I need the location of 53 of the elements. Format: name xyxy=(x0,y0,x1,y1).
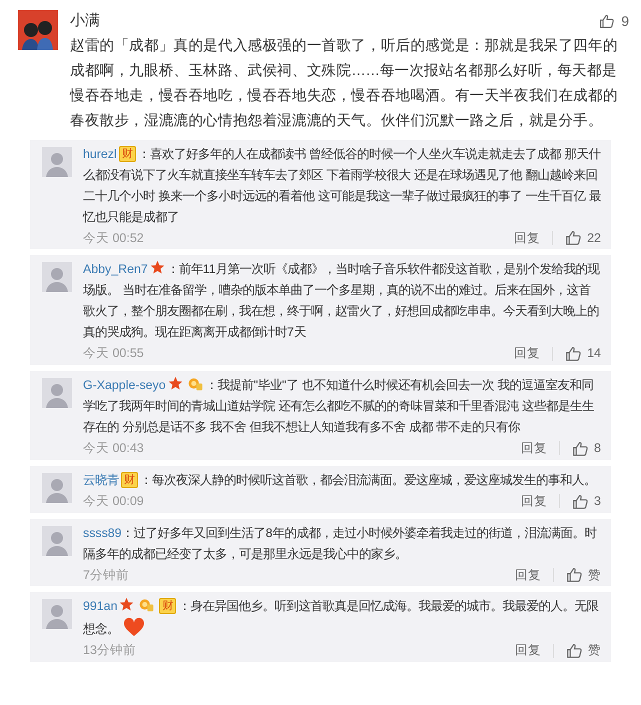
reply-link[interactable]: 回复 xyxy=(514,344,540,363)
star-icon xyxy=(168,376,183,391)
reply-link[interactable]: 回复 xyxy=(515,566,541,584)
user-link[interactable]: Abby_Ren7 xyxy=(83,262,148,276)
wealth-badge: 财 xyxy=(159,598,176,614)
comment-text: Abby_Ren7 ：前年11月第一次听《成都》，当时啥子音乐软件都没这首歌，是别个发给我的现场版。 当时在准备留学，嘈杂的版本单曲了一个多星期，真的说不出的难过。后来在国外，这首歌火了，整个朋友圈都在刷，我在想，终于啊，赵雷火了，好想回成都吃串串。今天看到大晚上的真的哭成狗。现在距离离开成都倒计时7天 xyxy=(83,259,601,342)
reply-link[interactable]: 回复 xyxy=(521,439,548,458)
thumbs-up-icon xyxy=(566,642,583,660)
like-count[interactable]: 9 xyxy=(621,10,629,32)
thumbs-up-icon xyxy=(566,566,583,584)
star-icon xyxy=(119,597,134,612)
wealth-badge: 财 xyxy=(121,472,138,488)
post-author[interactable]: 小满 xyxy=(70,10,600,32)
reply-link[interactable]: 回复 xyxy=(521,492,548,510)
avatar xyxy=(42,526,72,556)
avatar xyxy=(42,599,72,630)
thumbs-up-icon xyxy=(572,492,590,510)
avatar xyxy=(42,378,72,408)
like-count[interactable]: 22 xyxy=(587,228,601,248)
comment-time: 7分钟前 xyxy=(83,566,130,584)
like-count[interactable]: 8 xyxy=(594,439,601,458)
thumbs-up-icon xyxy=(599,13,616,30)
star-icon xyxy=(150,260,165,276)
comment-text: hurezl 财 ：喜欢了好多年的人在成都读书 曾经低谷的时候一个人坐火车说走就走去了成都 那天什么都没有说下了火车就直接坐车转车去了郊区 下着雨学校很大 还是在球场遇见了他 翻山越岭来回二十几个小时 换来一个多小时远远的看着他 这可能是我这一辈子做过最疯狂的事了 一生千百亿 最忆也只能是成都了 xyxy=(83,144,601,226)
post-text: 赵雷的「成都」真的是代入感极强的一首歌了，听后的感觉是：那就是我呆了四年的成都啊，九眼桥、玉林路、武侯祠、文殊院……每一次报站名都那么好听，每天都是慢吞吞地走，慢吞吞地吃，慢吞吞地失恋，慢吞吞地喝酒。有一天半夜我们在成都的春夜散步，湿漉漉的心情抱怨着湿漉漉的天气。伙伴们沉默一路之后，就是分手。 xyxy=(70,36,619,130)
comment-text: ssss89：过了好多年又回到生活了8年的成都，走过小时候外婆牵着我走过的街道，泪流满面。时隔多年的成都已经变了太多，可是那里永远是我心中的家乡。 xyxy=(83,524,598,562)
like-count[interactable]: 14 xyxy=(587,344,601,363)
like-count[interactable]: 赞 xyxy=(588,566,601,584)
comment-text: G-Xapple-seyo ：我提前"毕业"了 也不知道什么时候还有机会回去一次 我的逗逼室友和同学吃了我两年时间的青城山道姑学院 还有怎么都吃不腻的的奇味冒菜和千里香混沌 这些都是生生存在的 分别总是话不多 我不舍 但我不想让人知道我有多不舍 成都 带不走的只有你 xyxy=(83,375,601,438)
user-link[interactable]: 991an xyxy=(83,599,118,614)
like-count[interactable]: 赞 xyxy=(588,641,601,660)
like-count[interactable]: 3 xyxy=(594,492,601,510)
user-link[interactable]: hurezl xyxy=(83,146,117,160)
thumbs-up-icon xyxy=(572,440,590,457)
avatar xyxy=(42,146,72,176)
avatar xyxy=(42,262,72,292)
avatar xyxy=(42,472,72,503)
comment-text: 991an 财 ：身在异国他乡。听到这首歌真是回忆成海。我最爱的城市。我最爱的人。无限想念。 xyxy=(83,596,601,640)
comment-time: 13分钟前 xyxy=(83,642,137,660)
thumbs-up-icon xyxy=(565,229,582,246)
user-link[interactable]: G-Xapple-seyo xyxy=(83,378,166,392)
avatar xyxy=(18,10,58,50)
reply-link[interactable]: 回复 xyxy=(514,228,540,248)
user-link[interactable]: ssss89 xyxy=(83,526,122,540)
comment-time: 今天 00:55 xyxy=(83,345,145,362)
reply-link[interactable]: 回复 xyxy=(515,641,541,660)
thumbs-up-icon xyxy=(565,345,582,362)
comment-time: 今天 00:43 xyxy=(83,440,145,457)
user-link[interactable]: 云晓青 xyxy=(83,472,119,487)
comment-time: 今天 00:52 xyxy=(83,230,145,246)
wealth-badge: 财 xyxy=(118,146,136,162)
comment-text: 云晓青 财 ：每次夜深人静的时候听这首歌，都会泪流满面。爱这座城，爱这座城发生的事和人。 xyxy=(83,470,597,490)
comment-time: 今天 00:09 xyxy=(83,492,145,510)
